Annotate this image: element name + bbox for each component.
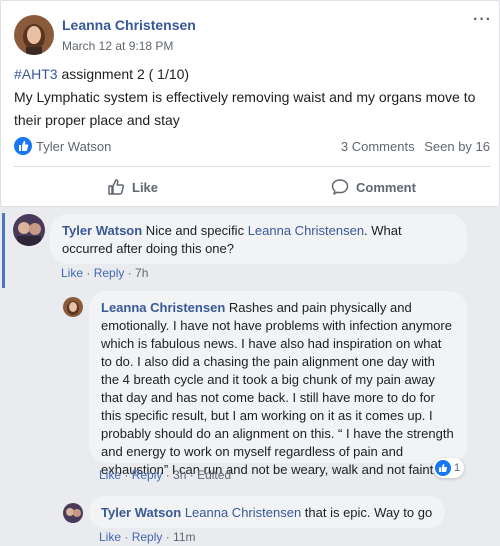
reply-reply-link[interactable]: Reply	[132, 530, 163, 544]
author-avatar[interactable]	[14, 15, 54, 55]
more-options-icon[interactable]: ···	[473, 11, 492, 29]
comment-reply-link[interactable]: Reply	[94, 266, 125, 280]
speech-bubble-icon	[331, 179, 349, 195]
like-button-label: Like	[132, 179, 159, 195]
reply-author[interactable]: Tyler Watson	[101, 505, 181, 520]
reply-time[interactable]: 11m	[173, 530, 195, 544]
reply-time[interactable]: 3h	[173, 468, 186, 482]
reply-text: that is epic. Way to go	[301, 505, 433, 520]
hashtag-link[interactable]: #AHT3	[14, 66, 58, 82]
post-action-bar: Like Comment	[14, 166, 490, 202]
reply-text: Rashes and pain physically and emotional…	[101, 300, 454, 477]
post-title-text: assignment 2 ( 1/10)	[57, 66, 190, 82]
comment-bubble: Tyler Watson Nice and specific Leanna Ch…	[50, 214, 467, 264]
reply-actions: Like · Reply · 11m	[99, 530, 196, 544]
comments-count[interactable]: 3 Comments	[341, 139, 415, 154]
comment-mention[interactable]: Leanna Christensen	[248, 223, 364, 238]
reply-like-link[interactable]: Like	[99, 468, 121, 482]
seen-by-count[interactable]: Seen by 16	[424, 139, 490, 154]
reactor-name[interactable]: Tyler Watson	[36, 139, 111, 154]
edited-label[interactable]: Edited	[197, 468, 231, 482]
comment-actions: Like · Reply · 7h	[61, 266, 149, 280]
post-content: #AHT3 assignment 2 ( 1/10) My Lymphatic …	[14, 63, 488, 132]
reply-mention[interactable]: Leanna Christensen	[185, 505, 301, 520]
like-button[interactable]: Like	[106, 172, 158, 202]
post-counts: 3 Comments Seen by 16	[335, 139, 490, 154]
comment-author[interactable]: Tyler Watson	[62, 223, 142, 238]
post-body-text: My Lymphatic system is effectively remov…	[14, 89, 476, 128]
post-author-name[interactable]: Leanna Christensen	[62, 17, 196, 33]
reply-bubble: Tyler Watson Leanna Christensen that is …	[89, 496, 445, 528]
reply-avatar[interactable]	[63, 503, 83, 523]
reply-bubble: Leanna Christensen Rashes and pain physi…	[89, 291, 467, 477]
thumbs-up-outline-icon	[108, 179, 125, 195]
reply-reply-link[interactable]: Reply	[132, 468, 163, 482]
reply-actions: Like · Reply · 3h · Edited	[99, 468, 232, 482]
comment-time[interactable]: 7h	[135, 266, 148, 280]
comment-like-link[interactable]: Like	[61, 266, 83, 280]
reactions-bar: Tyler Watson 3 Comments Seen by 16	[14, 135, 490, 155]
comment-text: Nice and specific	[142, 223, 248, 238]
reply-author[interactable]: Leanna Christensen	[101, 300, 225, 315]
post-card: Leanna Christensen March 12 at 9:18 PM ·…	[0, 0, 500, 207]
post-timestamp[interactable]: March 12 at 9:18 PM	[62, 39, 173, 53]
comment-button[interactable]: Comment	[330, 172, 416, 202]
comment-button-label: Comment	[356, 179, 416, 195]
thread-indicator	[2, 213, 5, 288]
thumbs-up-icon[interactable]	[14, 137, 32, 155]
reaction-count: 1	[454, 462, 461, 474]
thumbs-up-icon	[435, 460, 451, 476]
reply-like-link[interactable]: Like	[99, 530, 121, 544]
reply-avatar[interactable]	[63, 297, 83, 317]
reply-reaction-count[interactable]: 1	[433, 458, 465, 478]
commenter-avatar[interactable]	[13, 214, 45, 246]
